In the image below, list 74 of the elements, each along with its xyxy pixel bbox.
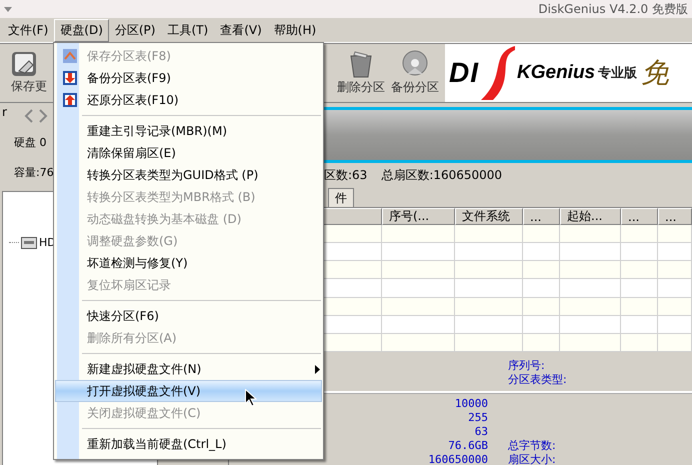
disk-info-text: 区数:63 bbox=[324, 167, 368, 184]
table-cell bbox=[455, 225, 523, 244]
table-cell bbox=[621, 225, 658, 244]
column-header[interactable]: 文件系统 bbox=[455, 208, 523, 225]
toolbar-button[interactable]: 保存更 bbox=[8, 44, 52, 102]
table-cell bbox=[455, 334, 523, 352]
disc-icon bbox=[401, 50, 429, 78]
mouse-pointer-icon bbox=[245, 389, 257, 407]
table-cell bbox=[455, 261, 523, 280]
table-cell bbox=[523, 334, 560, 352]
field-label: 序列号: bbox=[508, 359, 546, 373]
column-header[interactable]: ... bbox=[658, 208, 692, 225]
trash-bin-icon bbox=[348, 50, 374, 78]
free-label: 免 bbox=[641, 55, 670, 91]
disk-info-text: 总扇区数:160650000 bbox=[381, 167, 502, 184]
menu-item[interactable]: 坏道检测与修复(Y) bbox=[55, 252, 322, 274]
table-cell bbox=[658, 225, 692, 244]
table-cell bbox=[658, 298, 692, 316]
capacity-label: 容量:76 bbox=[14, 164, 54, 180]
column-header[interactable]: ... bbox=[523, 208, 560, 225]
table-cell bbox=[560, 298, 621, 316]
column-header[interactable]: ... bbox=[621, 208, 658, 225]
menu-item[interactable]: 转换分区表类型为GUID格式 (P) bbox=[55, 164, 322, 186]
menu-item[interactable]: 重新加载当前硬盘(Ctrl_L) bbox=[55, 433, 322, 455]
menu-bar-item[interactable]: 分区(P) bbox=[108, 18, 162, 42]
swoosh-logo-icon bbox=[481, 46, 515, 100]
field-value: 160650000 bbox=[428, 453, 488, 465]
menu-item[interactable]: 重建主引导记录(MBR)(M) bbox=[55, 120, 322, 142]
field-label: 分区表类型: bbox=[508, 373, 568, 387]
menu-bar-item[interactable]: 帮助(H) bbox=[268, 18, 322, 42]
logo-text: KGenius bbox=[517, 62, 596, 84]
disk-label: 硬盘 0 bbox=[14, 134, 46, 150]
table-cell bbox=[560, 261, 621, 280]
table-cell bbox=[658, 261, 692, 280]
down-arrow-icon bbox=[63, 71, 77, 85]
field-value: 10000 bbox=[454, 397, 488, 411]
menu-item[interactable]: 备份分区表(F9) bbox=[55, 67, 322, 89]
edition-label: 专业版 bbox=[598, 65, 638, 82]
menu-item[interactable]: 清除保留扇区(E) bbox=[55, 142, 322, 164]
dropdown-arrow-icon[interactable] bbox=[4, 6, 12, 12]
toolbar-button[interactable]: 删除分区 bbox=[334, 44, 388, 102]
field-value: 76.6GB bbox=[448, 439, 488, 453]
table-cell bbox=[560, 334, 621, 352]
field-value: 63 bbox=[474, 425, 488, 439]
toolbar-button[interactable]: 备份分区 bbox=[388, 44, 442, 102]
menu-item[interactable]: 快速分区(F6) bbox=[55, 305, 322, 327]
menu-item[interactable]: 打开虚拟硬盘文件(V) bbox=[55, 380, 322, 402]
table-cell bbox=[621, 298, 658, 316]
menu-bar-item[interactable]: 文件(F) bbox=[2, 18, 54, 42]
back-icon[interactable] bbox=[24, 109, 34, 123]
window-title: DiskGenius V4.2.0 免费版 bbox=[538, 0, 688, 18]
table-cell bbox=[560, 225, 621, 244]
menu-item[interactable]: 新建虚拟硬盘文件(N) bbox=[55, 358, 322, 380]
menu-bar-item[interactable]: 工具(T) bbox=[161, 18, 214, 42]
table-cell bbox=[621, 261, 658, 280]
disk-eraser-icon bbox=[11, 51, 37, 77]
logo-text: DI bbox=[448, 57, 479, 89]
forward-icon[interactable] bbox=[38, 109, 48, 123]
menu-bar-item[interactable]: 查看(V) bbox=[214, 18, 268, 42]
table-cell bbox=[523, 261, 560, 280]
menu-item[interactable]: 还原分区表(F10) bbox=[55, 89, 322, 111]
menu-bar-item[interactable]: 硬盘(D) bbox=[54, 18, 109, 42]
table-cell bbox=[621, 334, 658, 352]
field-value: 255 bbox=[468, 411, 488, 425]
table-cell bbox=[523, 298, 560, 316]
field-label: 总字节数: bbox=[508, 439, 557, 453]
column-header[interactable]: 起始... bbox=[560, 208, 621, 225]
column-header[interactable]: 序号(... bbox=[382, 208, 455, 225]
table-cell bbox=[455, 298, 523, 316]
field-label: 扇区大小: bbox=[508, 453, 557, 465]
panel-label: r bbox=[2, 105, 8, 121]
up-arrow-icon bbox=[63, 93, 77, 107]
table-cell bbox=[523, 225, 560, 244]
tab[interactable]: 件 bbox=[328, 188, 354, 207]
